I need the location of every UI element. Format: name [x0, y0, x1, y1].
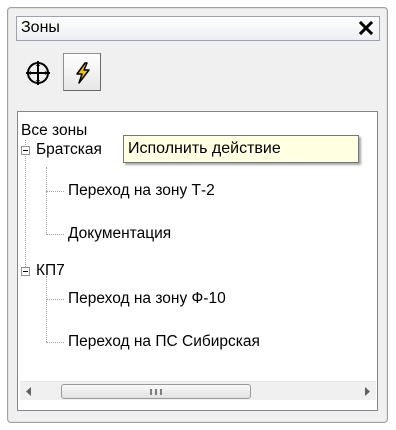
chevron-left-icon: [26, 387, 31, 396]
tree-group-label[interactable]: КП7: [36, 262, 65, 280]
tree-connector: [46, 167, 47, 235]
collapse-toggle[interactable]: [21, 146, 30, 155]
tree-connector: [46, 342, 64, 343]
tree-root-label[interactable]: Все зоны: [21, 122, 87, 140]
tree-connector: [25, 140, 26, 267]
horizontal-scrollbar[interactable]: [20, 381, 376, 400]
target-button[interactable]: [18, 53, 56, 91]
tree-item[interactable]: Переход на зону Т-2: [68, 182, 215, 200]
scroll-left-arrow[interactable]: [20, 382, 39, 401]
scroll-right-arrow[interactable]: [357, 382, 376, 401]
close-icon: [358, 20, 374, 36]
tree-connector: [46, 276, 47, 342]
tree-group-label[interactable]: Братская: [36, 141, 102, 159]
tree-connector: [46, 191, 64, 192]
tree-item[interactable]: Документация: [68, 225, 171, 243]
chevron-right-icon: [365, 387, 370, 396]
scroll-thumb[interactable]: [61, 384, 251, 399]
panel-title: Зоны: [21, 19, 60, 36]
execute-tooltip: Исполнить действие: [123, 135, 359, 163]
execute-button[interactable]: [63, 53, 101, 91]
lightning-icon: [76, 62, 90, 84]
tree-item[interactable]: Переход на ПС Сибирская: [68, 333, 260, 351]
tree-connector: [46, 234, 64, 235]
collapse-toggle[interactable]: [21, 267, 30, 276]
close-button[interactable]: [357, 19, 375, 38]
panel-titlebar: Зоны: [16, 16, 380, 41]
scroll-grip: [150, 389, 162, 395]
tree-connector: [46, 299, 64, 300]
crosshair-target-icon: [26, 61, 50, 85]
tree-item[interactable]: Переход на зону Ф-10: [68, 290, 226, 308]
